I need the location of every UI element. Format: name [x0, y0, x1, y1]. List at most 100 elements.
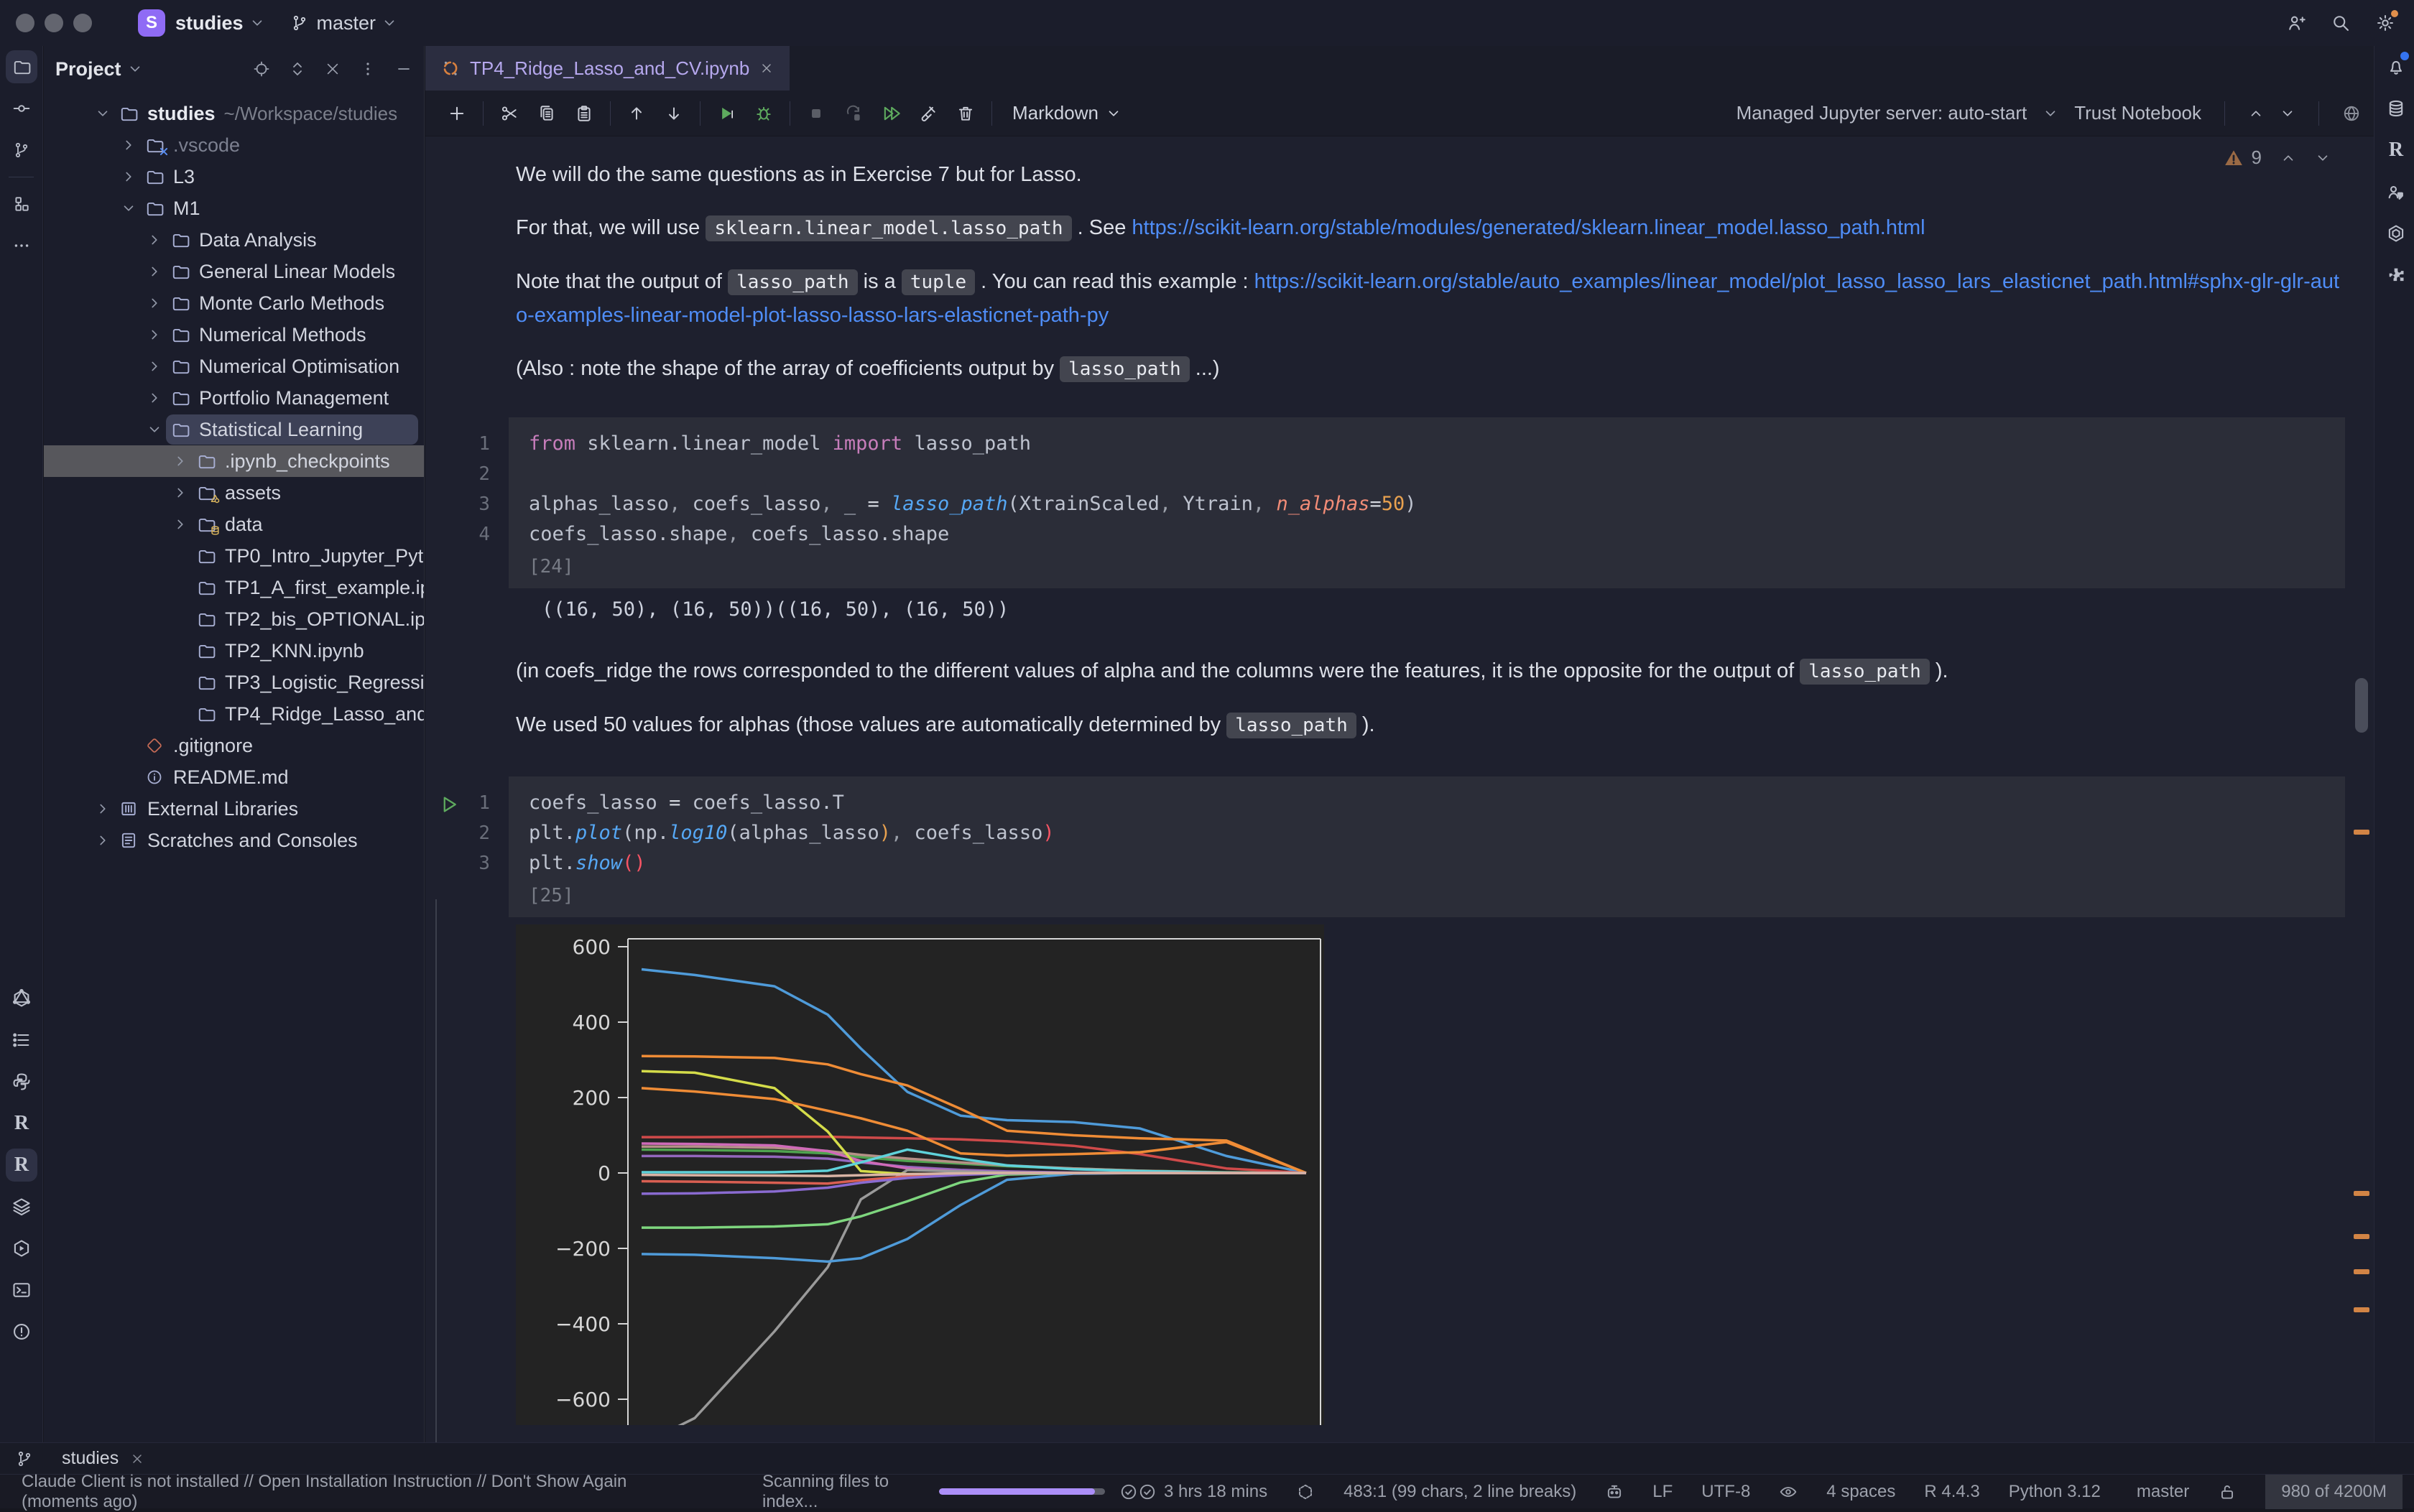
- code-with-me-icon[interactable]: [2286, 13, 2306, 33]
- next-problem-icon[interactable]: [2315, 150, 2331, 166]
- rail-python-packages-tool[interactable]: [0, 1061, 43, 1103]
- browser-preview-icon[interactable]: [2342, 104, 2361, 123]
- rail-dependencies-check-tool[interactable]: [2374, 213, 2414, 254]
- tree-item-assets[interactable]: assets: [44, 477, 424, 509]
- rail-structure-tool[interactable]: [0, 183, 43, 225]
- tree-item--ipynb-checkpoints[interactable]: .ipynb_checkpoints: [44, 445, 424, 477]
- rail-dependencies-tool[interactable]: [0, 1186, 43, 1228]
- error-stripe-mark[interactable]: [2354, 1234, 2369, 1239]
- rail-services-tool[interactable]: [0, 1228, 43, 1269]
- status-caret-position[interactable]: 483:1 (99 chars, 2 line breaks): [1344, 1482, 1576, 1502]
- stop-kernel-button[interactable]: [797, 96, 835, 131]
- tree-item-data[interactable]: data: [44, 509, 424, 540]
- rail-todo-tool[interactable]: [0, 1019, 43, 1061]
- rail-terminal-tool[interactable]: [0, 1269, 43, 1311]
- error-stripe-mark[interactable]: [2354, 1269, 2369, 1274]
- rail-project-tool[interactable]: [0, 46, 43, 88]
- tree-item-general-linear-models[interactable]: General Linear Models: [44, 256, 424, 287]
- rail-graphql-tool[interactable]: [0, 978, 43, 1019]
- next-cell-icon[interactable]: [2280, 106, 2295, 121]
- tree-item--gitignore[interactable]: .gitignore: [44, 730, 424, 761]
- cell-code-area[interactable]: from sklearn.linear_model import lasso_p…: [509, 417, 2345, 588]
- status-python-interpreter[interactable]: Python 3.12: [2009, 1482, 2101, 1502]
- chevron-right-icon[interactable]: [142, 264, 167, 279]
- status-memory-indicator[interactable]: 980 of 4200M: [2265, 1475, 2403, 1509]
- tree-item-tp3-logistic-regression-an[interactable]: TP3_Logistic_Regression_an: [44, 667, 424, 698]
- chevron-right-icon[interactable]: [142, 358, 167, 374]
- tree-item--vscode[interactable]: .vscode: [44, 129, 424, 161]
- error-stripe-mark[interactable]: [2354, 1191, 2369, 1196]
- prev-cell-icon[interactable]: [2248, 106, 2264, 121]
- settings-gear-icon[interactable]: [2375, 13, 2395, 33]
- status-file-encoding[interactable]: UTF-8: [1701, 1482, 1750, 1502]
- tree-item-numerical-optimisation[interactable]: Numerical Optimisation: [44, 351, 424, 382]
- tool-window-tab-studies[interactable]: studies: [62, 1448, 144, 1469]
- close-icon[interactable]: [130, 1452, 144, 1466]
- indexing-pause-icon[interactable]: [1119, 1483, 1138, 1501]
- rail-version-control-tool[interactable]: [0, 129, 43, 171]
- error-stripe-mark[interactable]: [2354, 1307, 2369, 1312]
- chevron-right-icon[interactable]: [142, 390, 167, 406]
- chevron-right-icon[interactable]: [116, 137, 142, 153]
- tree-item-tp2-knn-ipynb[interactable]: TP2_KNN.ipynb: [44, 635, 424, 667]
- move-cell-down-button[interactable]: [655, 96, 693, 131]
- status-time-tracker[interactable]: 3 hrs 18 mins: [1138, 1482, 1267, 1502]
- chevron-down-icon[interactable]: [90, 106, 116, 121]
- tree-item-tp4-ridge-lasso-and-cv-ip[interactable]: TP4_Ridge_Lasso_and_CV.ip: [44, 698, 424, 730]
- editor-scrollbar[interactable]: [2355, 678, 2368, 733]
- rail-commit-tool[interactable]: [0, 88, 43, 129]
- search-everywhere-icon[interactable]: [2331, 13, 2351, 33]
- run-all-cells-button[interactable]: [872, 96, 910, 131]
- git-branch-icon[interactable]: [16, 1450, 33, 1467]
- add-cell-button[interactable]: [438, 96, 476, 131]
- status-ai-quota[interactable]: [1296, 1483, 1315, 1501]
- chevron-right-icon[interactable]: [142, 295, 167, 311]
- tree-item-l3[interactable]: L3: [44, 161, 424, 193]
- window-minimize-button[interactable]: [45, 14, 63, 32]
- rail-plugins-tool[interactable]: [2374, 254, 2414, 296]
- status-r-version[interactable]: R 4.4.3: [1924, 1482, 1979, 1502]
- code-cell-1[interactable]: 1234 from sklearn.linear_model import la…: [425, 417, 2345, 588]
- chevron-right-icon[interactable]: [142, 327, 167, 343]
- rail-more-tools[interactable]: [0, 225, 43, 266]
- status-message[interactable]: Claude Client is not installed // Open I…: [22, 1472, 662, 1512]
- tree-item-numerical-methods[interactable]: Numerical Methods: [44, 319, 424, 351]
- rail-r-tools[interactable]: R: [0, 1144, 43, 1186]
- chevron-right-icon[interactable]: [90, 801, 116, 817]
- tree-item-m1[interactable]: M1: [44, 193, 424, 224]
- rail-notifications[interactable]: [2374, 46, 2414, 88]
- delete-cell-button[interactable]: [947, 96, 984, 131]
- code-cell-2[interactable]: 123 coefs_lasso = coefs_lasso.Tplt.plot(…: [425, 776, 2345, 917]
- status-write-access[interactable]: [2218, 1483, 2237, 1501]
- status-line-separator[interactable]: LF: [1652, 1482, 1673, 1502]
- close-icon[interactable]: [759, 61, 774, 75]
- status-highlighting-level[interactable]: [1779, 1483, 1798, 1501]
- rail-problems-tool[interactable]: [0, 1311, 43, 1353]
- chevron-right-icon[interactable]: [167, 485, 193, 501]
- chevron-down-icon[interactable]: [142, 422, 167, 437]
- paste-cell-button[interactable]: [565, 96, 603, 131]
- chevron-down-icon[interactable]: [116, 200, 142, 216]
- chevron-right-icon[interactable]: [167, 453, 193, 469]
- jupyter-server-selector[interactable]: Managed Jupyter server: auto-start: [1736, 102, 2027, 124]
- cell-code-area[interactable]: coefs_lasso = coefs_lasso.Tplt.plot(np.l…: [509, 776, 2345, 917]
- chevron-right-icon[interactable]: [116, 169, 142, 185]
- tree-item-statistical-learning[interactable]: Statistical Learning: [44, 414, 424, 445]
- tree-item-studies[interactable]: studies~/Workspace/studies: [44, 98, 424, 129]
- panel-options-icon[interactable]: [359, 60, 376, 78]
- project-switcher-label[interactable]: studies: [175, 12, 244, 34]
- tree-item-external-libraries[interactable]: External Libraries: [44, 793, 424, 825]
- trust-notebook-button[interactable]: Trust Notebook: [2074, 102, 2201, 124]
- tab-notebook[interactable]: TP4_Ridge_Lasso_and_CV.ipynb: [425, 46, 790, 91]
- clear-outputs-button[interactable]: [910, 96, 947, 131]
- restart-kernel-button[interactable]: [835, 96, 872, 131]
- window-close-button[interactable]: [16, 14, 34, 32]
- chevron-right-icon[interactable]: [167, 516, 193, 532]
- copy-cell-button[interactable]: [528, 96, 565, 131]
- run-cell-button[interactable]: [708, 96, 745, 131]
- chevron-down-icon[interactable]: [127, 61, 143, 77]
- window-zoom-button[interactable]: [73, 14, 92, 32]
- move-cell-up-button[interactable]: [618, 96, 655, 131]
- doc-link[interactable]: https://scikit-learn.org/stable/modules/…: [1132, 216, 1925, 239]
- status-indent-style[interactable]: 4 spaces: [1826, 1482, 1895, 1502]
